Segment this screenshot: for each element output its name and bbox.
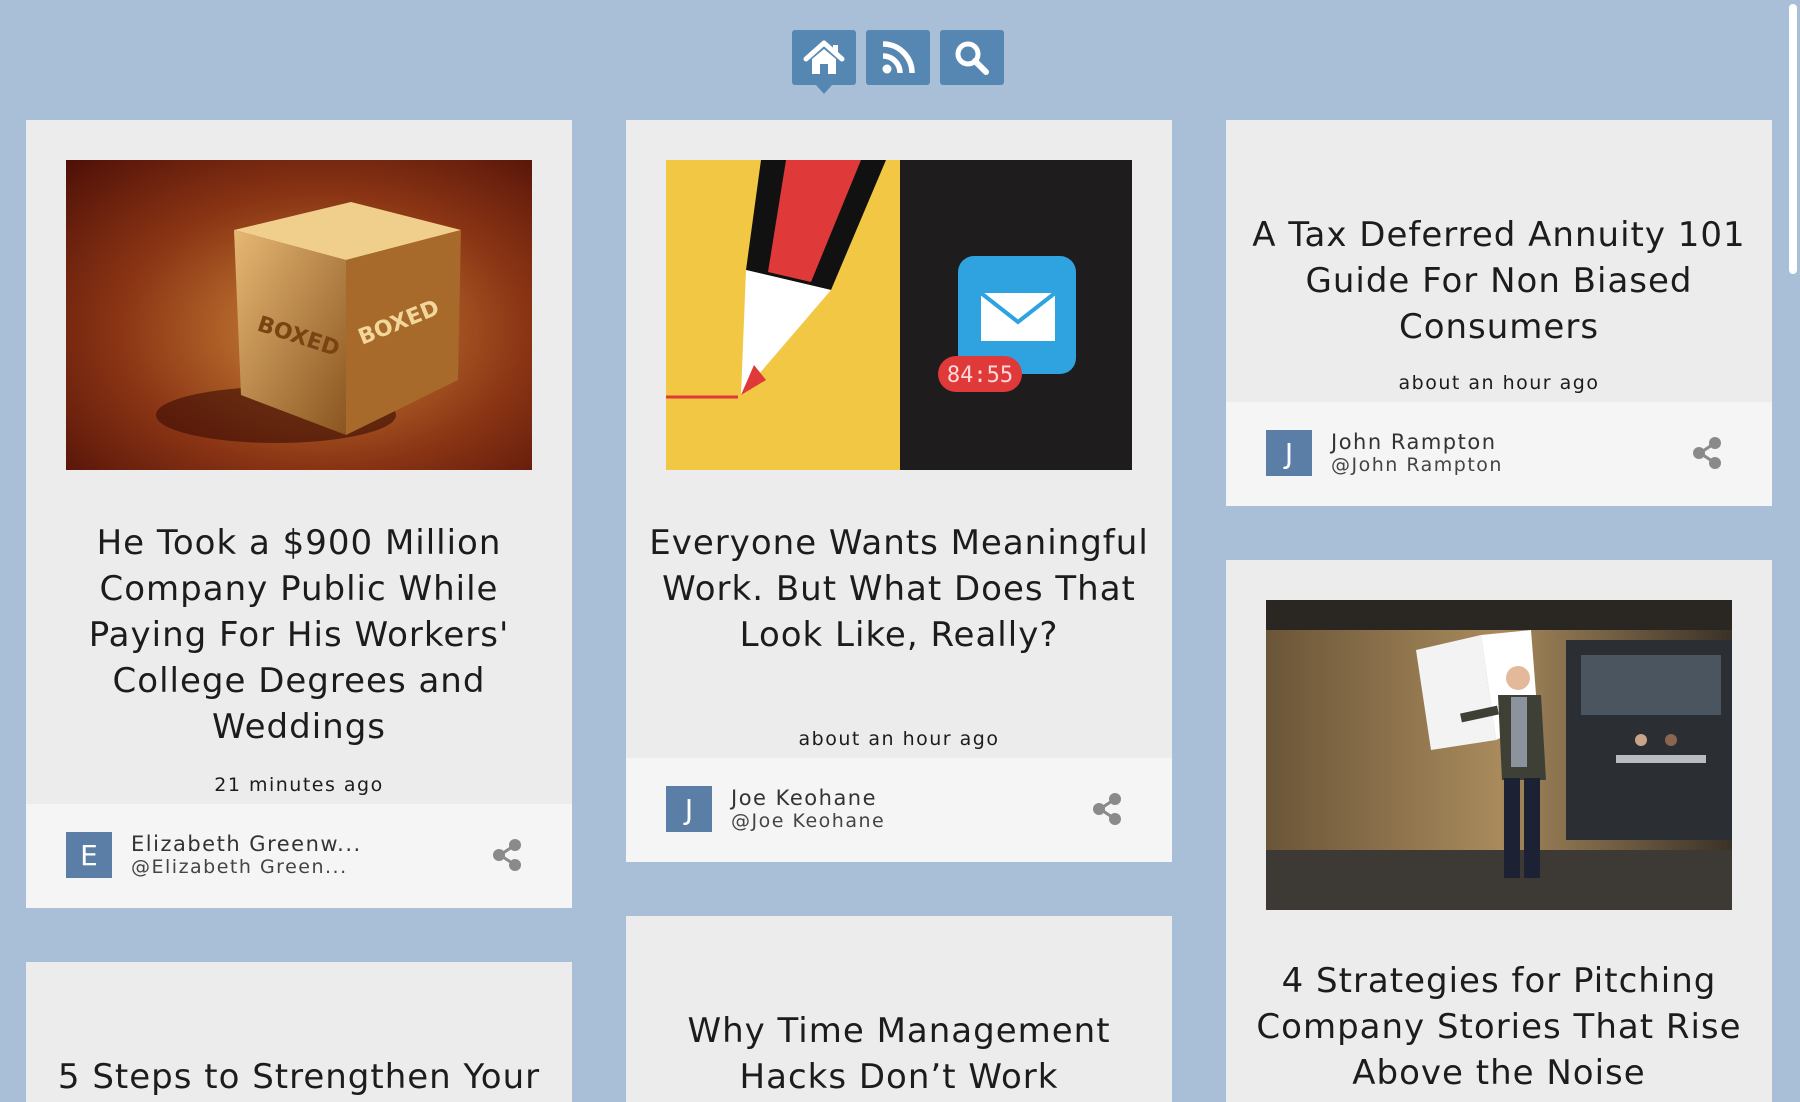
article-footer: J Joe Keohane @Joe Keohane	[626, 758, 1172, 862]
scrollbar-thumb[interactable]	[1789, 4, 1797, 274]
article-image-pencil-mail[interactable]: 84:55	[666, 160, 1132, 470]
home-button[interactable]	[792, 30, 856, 94]
article-image-boxed[interactable]: BOXED BOXED	[66, 160, 532, 470]
article-card[interactable]: 4 Strategies for Pitching Company Storie…	[1226, 560, 1772, 1102]
article-card[interactable]: A Tax Deferred Annuity 101 Guide For Non…	[1226, 120, 1772, 506]
rss-button[interactable]	[866, 30, 930, 85]
article-card[interactable]: Why Time Management Hacks Don’t Work	[626, 916, 1172, 1102]
avatar[interactable]: E	[66, 832, 112, 878]
author-name[interactable]: Joe Keohane	[731, 786, 877, 810]
author-name[interactable]: Elizabeth Greenw...	[131, 832, 362, 856]
author-handle[interactable]: @Joe Keohane	[731, 810, 885, 832]
home-icon	[803, 40, 845, 74]
avatar[interactable]: J	[1266, 430, 1312, 476]
share-icon[interactable]	[1692, 436, 1722, 470]
scrollbar[interactable]	[1786, 0, 1800, 1102]
article-time: about an hour ago	[798, 728, 1000, 750]
article-card[interactable]: 84:55 Everyone Wants Meaningful Work. Bu…	[626, 120, 1172, 862]
avatar[interactable]: J	[666, 786, 712, 832]
article-footer: E Elizabeth Greenw... @Elizabeth Green..…	[26, 804, 572, 908]
author-handle[interactable]: @Elizabeth Green...	[131, 856, 348, 878]
author-handle[interactable]: @John Rampton	[1331, 454, 1503, 476]
author-name[interactable]: John Rampton	[1331, 430, 1497, 454]
article-title[interactable]: He Took a $900 Million Company Public Wh…	[46, 520, 552, 750]
article-title[interactable]: Everyone Wants Meaningful Work. But What…	[646, 520, 1152, 658]
article-card[interactable]: BOXED BOXED He Took a $900 Million Compa…	[26, 120, 572, 908]
article-title[interactable]: 4 Strategies for Pitching Company Storie…	[1246, 958, 1752, 1096]
article-card[interactable]: 5 Steps to Strengthen Your	[26, 962, 572, 1102]
article-time: 21 minutes ago	[214, 774, 384, 796]
share-icon[interactable]	[492, 838, 522, 872]
search-button[interactable]	[940, 30, 1004, 85]
article-time: about an hour ago	[1398, 372, 1600, 394]
article-title[interactable]: 5 Steps to Strengthen Your	[36, 1054, 562, 1100]
rss-icon	[882, 40, 915, 73]
article-image-office[interactable]	[1266, 600, 1732, 910]
share-icon[interactable]	[1092, 792, 1122, 826]
article-title[interactable]: A Tax Deferred Annuity 101 Guide For Non…	[1246, 212, 1752, 350]
search-icon	[955, 41, 989, 75]
article-footer: J John Rampton @John Rampton	[1226, 402, 1772, 506]
article-title[interactable]: Why Time Management Hacks Don’t Work	[646, 1008, 1152, 1100]
top-nav	[0, 30, 1800, 94]
counter-text: 84:55	[947, 363, 1013, 388]
